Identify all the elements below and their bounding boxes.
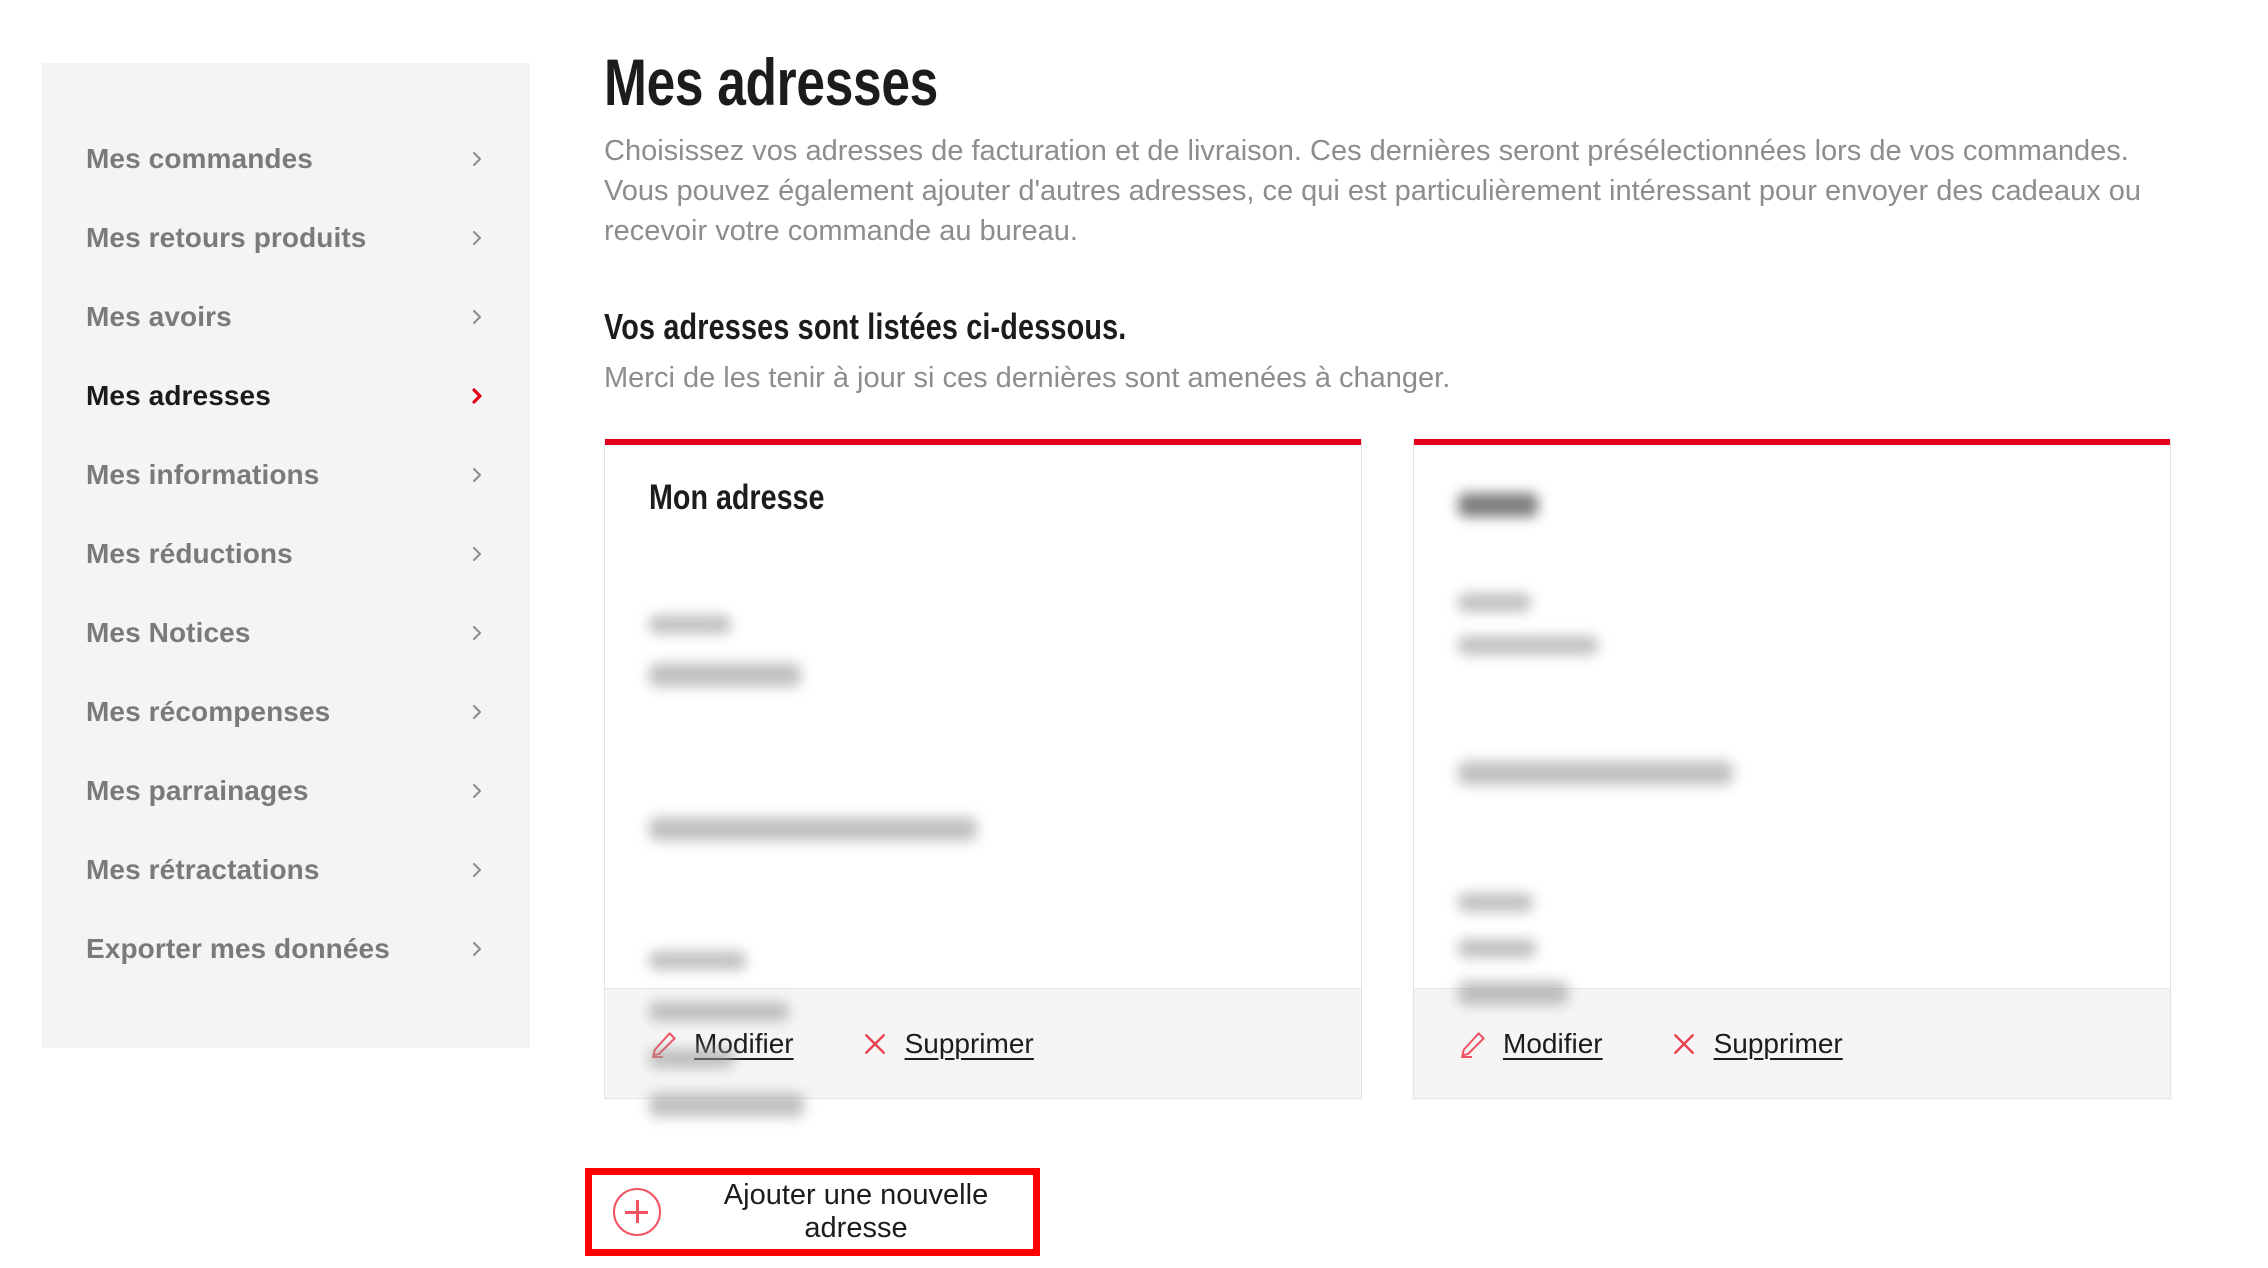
sidebar-item-mes-notices[interactable]: Mes Notices <box>42 593 530 672</box>
page-title: Mes adresses <box>604 45 938 119</box>
sidebar-item-label: Mes Notices <box>86 616 251 648</box>
chevron-right-icon <box>468 545 486 563</box>
redacted-address-line <box>649 951 746 971</box>
sidebar-item-label: Mes commandes <box>86 142 313 174</box>
close-x-icon <box>1669 1029 1699 1059</box>
sidebar-item-label: Mes avoirs <box>86 300 232 332</box>
close-x-icon <box>860 1029 890 1059</box>
sidebar-item-mes-commandes[interactable]: Mes commandes <box>42 119 530 198</box>
sidebar-item-mes-r-compenses[interactable]: Mes récompenses <box>42 672 530 751</box>
sidebar-item-label: Exporter mes données <box>86 932 390 964</box>
sidebar-item-mes-informations[interactable]: Mes informations <box>42 435 530 514</box>
sidebar-item-mes-avoirs[interactable]: Mes avoirs <box>42 277 530 356</box>
chevron-right-icon <box>468 308 486 326</box>
delete-address-label: Supprimer <box>1713 1027 1843 1059</box>
redacted-address-line <box>649 1002 789 1022</box>
sidebar-item-mes-r-tractations[interactable]: Mes rétractations <box>42 830 530 909</box>
redacted-address-line <box>1458 939 1536 959</box>
page-description: Choisissez vos adresses de facturation e… <box>604 135 2142 248</box>
add-new-address-button[interactable]: Ajouter une nouvelle adresse <box>592 1175 1033 1249</box>
address-card: Mon adresse Modifier Supprimer <box>604 439 1362 1118</box>
redacted-address-line <box>1458 593 1531 613</box>
delete-address-button[interactable]: Supprimer <box>1669 1028 1843 1060</box>
chevron-right-icon <box>468 703 486 721</box>
chevron-right-icon <box>468 150 486 168</box>
chevron-right-icon <box>468 466 486 484</box>
redacted-address-line <box>1458 493 1538 518</box>
chevron-right-icon <box>468 229 486 247</box>
redacted-address-line <box>1458 761 1733 786</box>
sidebar-item-exporter-mes-donn-es[interactable]: Exporter mes données <box>42 909 530 988</box>
address-card-body: Mon adresse <box>605 445 1361 1118</box>
chevron-right-icon <box>468 861 486 879</box>
sidebar-item-label: Mes retours produits <box>86 221 367 253</box>
main-content: Mes adresses Choisissez vos adresses de … <box>604 45 2204 1118</box>
add-address-label: Ajouter une nouvelle adresse <box>723 1179 989 1244</box>
address-card: Modifier Supprimer <box>1413 439 2171 1100</box>
section-title: Vos adresses sont listées ci-dessous. <box>604 306 1127 348</box>
delete-address-button[interactable]: Supprimer <box>860 1028 1034 1060</box>
sidebar-item-label: Mes informations <box>86 458 320 490</box>
address-card-title: Mon adresse <box>649 478 825 518</box>
redacted-address-line <box>649 615 731 635</box>
account-sidebar: Mes commandes Mes retours produits Mes avo… <box>42 63 530 1048</box>
edit-address-label: Modifier <box>1503 1027 1603 1059</box>
redacted-address-line <box>649 1049 734 1069</box>
chevron-right-icon <box>468 940 486 958</box>
chevron-right-icon <box>468 624 486 642</box>
redacted-address-line <box>649 817 977 842</box>
chevron-right-icon <box>468 782 486 800</box>
redacted-address-line <box>649 1093 804 1118</box>
redacted-address-line <box>1458 981 1568 1006</box>
sidebar-item-mes-retours-produits[interactable]: Mes retours produits <box>42 198 530 277</box>
plus-circle-icon <box>613 1188 661 1236</box>
add-address-highlight-box: Ajouter une nouvelle adresse <box>585 1168 1040 1256</box>
delete-address-label: Supprimer <box>904 1027 1034 1059</box>
address-card-list: Mon adresse Modifier Supprimer Modifier Supp… <box>604 439 2204 1118</box>
sidebar-item-label: Mes adresses <box>86 379 271 411</box>
section-subtitle: Merci de les tenir à jour si ces dernièr… <box>604 362 1451 395</box>
sidebar-item-mes-adresses[interactable]: Mes adresses <box>42 356 530 435</box>
address-card-body <box>1414 445 2170 1006</box>
sidebar-item-mes-r-ductions[interactable]: Mes réductions <box>42 514 530 593</box>
pencil-icon <box>1458 1029 1488 1059</box>
redacted-address-line <box>1458 893 1533 913</box>
sidebar-item-label: Mes récompenses <box>86 695 331 727</box>
sidebar-item-label: Mes parrainages <box>86 774 309 806</box>
sidebar-item-label: Mes rétractations <box>86 853 320 885</box>
chevron-right-icon <box>468 387 486 405</box>
sidebar-item-label: Mes réductions <box>86 537 293 569</box>
redacted-address-line <box>1458 636 1598 656</box>
redacted-address-line <box>649 663 801 688</box>
sidebar-item-mes-parrainages[interactable]: Mes parrainages <box>42 751 530 830</box>
edit-address-button[interactable]: Modifier <box>1458 1028 1603 1060</box>
